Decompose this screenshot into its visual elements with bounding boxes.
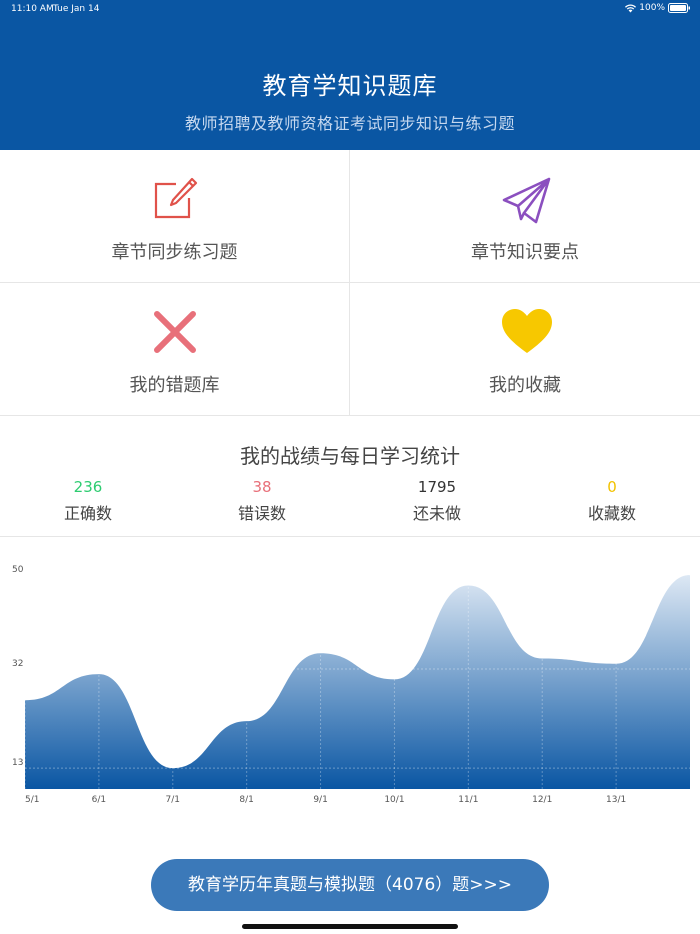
stat-correct: 236 正确数 <box>28 478 148 524</box>
chart-y-tick: 13 <box>12 758 23 768</box>
battery-icon <box>668 3 690 13</box>
chart-area <box>25 575 690 789</box>
stat-undone-label: 还未做 <box>412 504 461 523</box>
chart-y-ticks: 50 32 13 <box>12 565 24 768</box>
stat-favorited-value: 0 <box>607 478 617 496</box>
stat-wrong-value: 38 <box>252 478 272 496</box>
status-date: Tue Jan 14 <box>53 4 100 14</box>
cross-icon <box>152 309 198 355</box>
status-time: 11:10 AM <box>11 4 54 14</box>
app-subtitle: 教师招聘及教师资格证考试同步知识与练习题 <box>184 114 515 133</box>
chapter-practice-label: 章节同步练习题 <box>111 242 238 263</box>
chart-x-tick: 8/1 <box>239 795 253 805</box>
stats-title: 我的战绩与每日学习统计 <box>240 444 460 468</box>
chart-x-tick: 13/1 <box>606 795 626 805</box>
favorites-tile[interactable]: 我的收藏 <box>350 283 700 416</box>
chart-x-ticks: 5/1 6/1 7/1 8/1 9/1 10/1 11/1 12/1 13/1 <box>25 795 626 805</box>
divider <box>0 536 700 537</box>
status-bar: 11:10 AM Tue Jan 14 100% <box>0 0 700 18</box>
app-title: 教育学知识题库 <box>262 72 438 100</box>
chart-x-tick: 12/1 <box>532 795 552 805</box>
stat-undone-value: 1795 <box>417 478 457 496</box>
chapter-points-label: 章节知识要点 <box>471 242 579 263</box>
chapter-practice-tile[interactable]: 章节同步练习题 <box>0 150 350 283</box>
stat-favorited-label: 收藏数 <box>587 504 636 523</box>
stat-favorited: 0 收藏数 <box>552 478 672 524</box>
chart-y-tick: 50 <box>12 565 24 575</box>
stat-correct-label: 正确数 <box>63 504 112 523</box>
past-exams-button[interactable]: 教育学历年真题与模拟题（4076）题>>> <box>151 859 549 911</box>
wifi-icon <box>625 4 637 13</box>
status-right: 100% <box>625 3 690 13</box>
stat-undone: 1795 还未做 <box>377 478 497 524</box>
battery-percent: 100% <box>639 3 665 13</box>
stat-wrong: 38 错误数 <box>202 478 322 524</box>
home-indicator <box>242 924 458 929</box>
stat-correct-value: 236 <box>73 478 103 496</box>
chapter-points-tile[interactable]: 章节知识要点 <box>350 150 700 283</box>
wrong-questions-tile[interactable]: 我的错题库 <box>0 283 350 416</box>
wrong-questions-label: 我的错题库 <box>129 375 220 396</box>
chart-y-tick: 32 <box>12 659 23 669</box>
chart-x-tick: 7/1 <box>166 795 180 805</box>
chart-x-tick: 11/1 <box>458 795 478 805</box>
chart-x-tick: 10/1 <box>384 795 404 805</box>
stat-wrong-label: 错误数 <box>237 504 286 523</box>
daily-stats-chart: 50 32 13 5/1 6/1 7/1 8/1 9/1 10/1 11/1 12/1 13/1 <box>12 565 690 805</box>
app-header: 11:10 AM Tue Jan 14 100% 教育学知识题库 教师招聘及教师… <box>0 0 700 150</box>
favorites-label: 我的收藏 <box>489 375 561 396</box>
menu-grid: 章节同步练习题 章节知识要点 我的错题库 我的收藏 <box>0 150 700 416</box>
chart-x-tick: 5/1 <box>25 795 39 805</box>
chart-x-tick: 9/1 <box>313 795 327 805</box>
paper-plane-icon <box>502 176 551 224</box>
heart-icon <box>502 309 552 355</box>
edit-icon <box>152 176 198 222</box>
chart-x-tick: 6/1 <box>92 795 106 805</box>
